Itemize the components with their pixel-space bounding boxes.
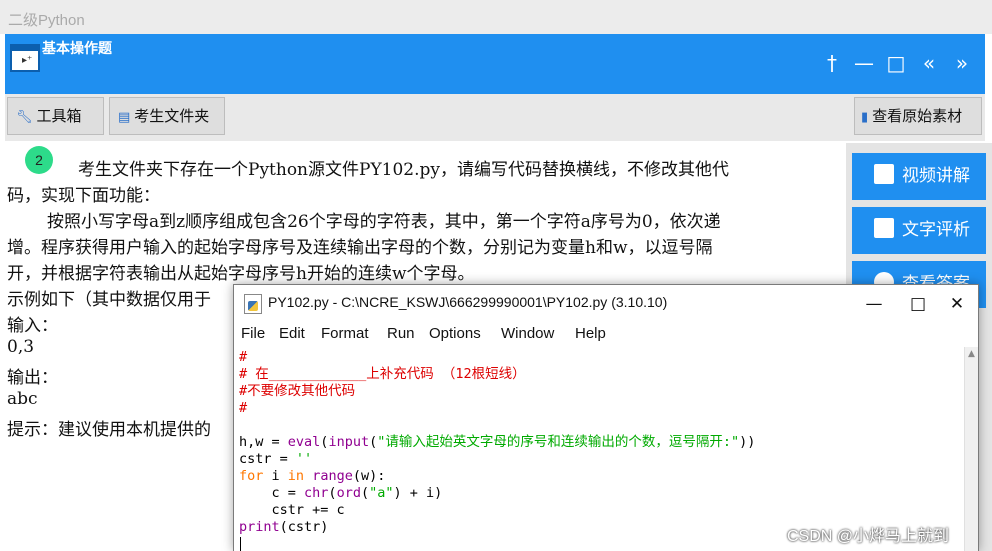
page-title: 基本操作题 — [42, 41, 112, 57]
question-line: 0,3 — [7, 337, 35, 357]
question-line: 考生文件夹下存在一个Python源文件PY102.py，请编写代码替换横线，不修… — [78, 160, 730, 180]
collapse-left-icon[interactable]: « — [916, 50, 942, 76]
view-source-button[interactable]: ▮ 查看原始素材 — [854, 97, 982, 135]
editor-minimize-icon[interactable]: — — [854, 291, 894, 317]
toolbox-button[interactable]: 🔧︎ 工具箱 — [7, 97, 104, 135]
editor-close-icon[interactable]: ✕ — [937, 291, 977, 317]
examinee-folder-label: 考生文件夹 — [134, 107, 210, 125]
code-line: cstr += c — [239, 502, 345, 518]
code-line: #不要修改其他代码 — [239, 383, 356, 399]
vertical-scrollbar[interactable]: ▲ — [964, 347, 978, 551]
editor-maximize-icon[interactable]: □ — [898, 291, 938, 317]
toolbar: 🔧︎ 工具箱 ▤ 考生文件夹 ▮ 查看原始素材 — [5, 94, 985, 141]
menu-options[interactable]: Options — [429, 325, 481, 342]
question-line: 输出： — [7, 368, 58, 388]
app-title: 二级Python — [8, 12, 85, 29]
menu-window[interactable]: Window — [501, 325, 554, 342]
menu-help[interactable]: Help — [575, 325, 606, 342]
question-line: 增。程序获得用户输入的起始字母序号及连续输出字母的个数，分别记为变量h和w，以逗… — [7, 238, 713, 258]
minimize-icon[interactable]: — — [851, 50, 877, 76]
code-line: print(cstr) — [239, 519, 329, 535]
scroll-up-icon[interactable]: ▲ — [968, 349, 975, 359]
header-bar: ▸⁺ 基本操作题 † — □ « » — [5, 34, 985, 94]
examinee-folder-button[interactable]: ▤ 考生文件夹 — [109, 97, 225, 135]
code-line: h,w = eval(input("请输入起始英文字母的序号和连续输出的个数，逗… — [239, 434, 756, 450]
editor-title: PY102.py - C:\NCRE_KSWJ\666299990001\PY1… — [268, 294, 668, 310]
editor-titlebar[interactable]: PY102.py - C:\NCRE_KSWJ\666299990001\PY1… — [234, 285, 978, 321]
video-explanation-button[interactable]: 视频讲解 — [852, 153, 986, 200]
view-source-label: 查看原始素材 — [872, 107, 963, 125]
code-line: cstr = '' — [239, 451, 313, 467]
python-file-icon — [244, 294, 262, 314]
video-explanation-label: 视频讲解 — [902, 166, 970, 186]
question-line: 按照小写字母a到z顺序组成包含26个字母的字符表，其中，第一个字符a序号为0，依… — [47, 212, 721, 232]
wrench-icon: 🔧︎ — [16, 110, 33, 125]
text-cursor — [240, 537, 241, 551]
document-icon — [874, 218, 894, 238]
code-line: # — [239, 349, 248, 365]
menu-file[interactable]: File — [241, 325, 265, 342]
idle-editor-window[interactable]: PY102.py - C:\NCRE_KSWJ\666299990001\PY1… — [233, 284, 979, 551]
collapse-right-icon[interactable]: » — [949, 50, 975, 76]
maximize-icon[interactable]: □ — [883, 50, 909, 76]
menu-run[interactable]: Run — [387, 325, 415, 342]
question-line: 输入： — [7, 316, 58, 336]
question-line: 提示：建议使用本机提供的 — [7, 420, 211, 440]
code-line: # — [239, 400, 248, 416]
text-analysis-button[interactable]: 文字评析 — [852, 207, 986, 254]
app-logo-icon: ▸⁺ — [10, 44, 40, 72]
question-line: 开，并根据字符表输出从起始字母序号h开始的连续w个字母。 — [7, 264, 475, 284]
folder-icon: ▤ — [118, 110, 131, 125]
watermark: CSDN @小烨马上就到 — [787, 528, 950, 545]
toolbox-label: 工具箱 — [36, 107, 82, 125]
document-icon: ▮ — [861, 110, 869, 125]
video-icon — [874, 164, 894, 184]
question-number-badge: 2 — [25, 146, 53, 174]
code-line: # 在____________上补充代码 （12根短线） — [239, 366, 526, 382]
text-analysis-label: 文字评析 — [902, 220, 970, 240]
code-editor[interactable]: # # 在____________上补充代码 （12根短线） #不要修改其他代码… — [234, 347, 964, 551]
app-titlebar: 二级Python — [0, 0, 992, 34]
menu-format[interactable]: Format — [321, 325, 369, 342]
question-line: 示例如下（其中数据仅用于 — [7, 290, 211, 310]
code-line: for i in range(w): — [239, 468, 386, 484]
question-line: 码，实现下面功能： — [7, 186, 160, 206]
editor-menubar: File Edit Format Run Options Window Help — [234, 321, 978, 345]
pin-icon[interactable]: † — [819, 50, 845, 76]
code-line: c = chr(ord("a") + i) — [239, 485, 443, 501]
menu-edit[interactable]: Edit — [279, 325, 305, 342]
question-line: abc — [7, 389, 38, 409]
